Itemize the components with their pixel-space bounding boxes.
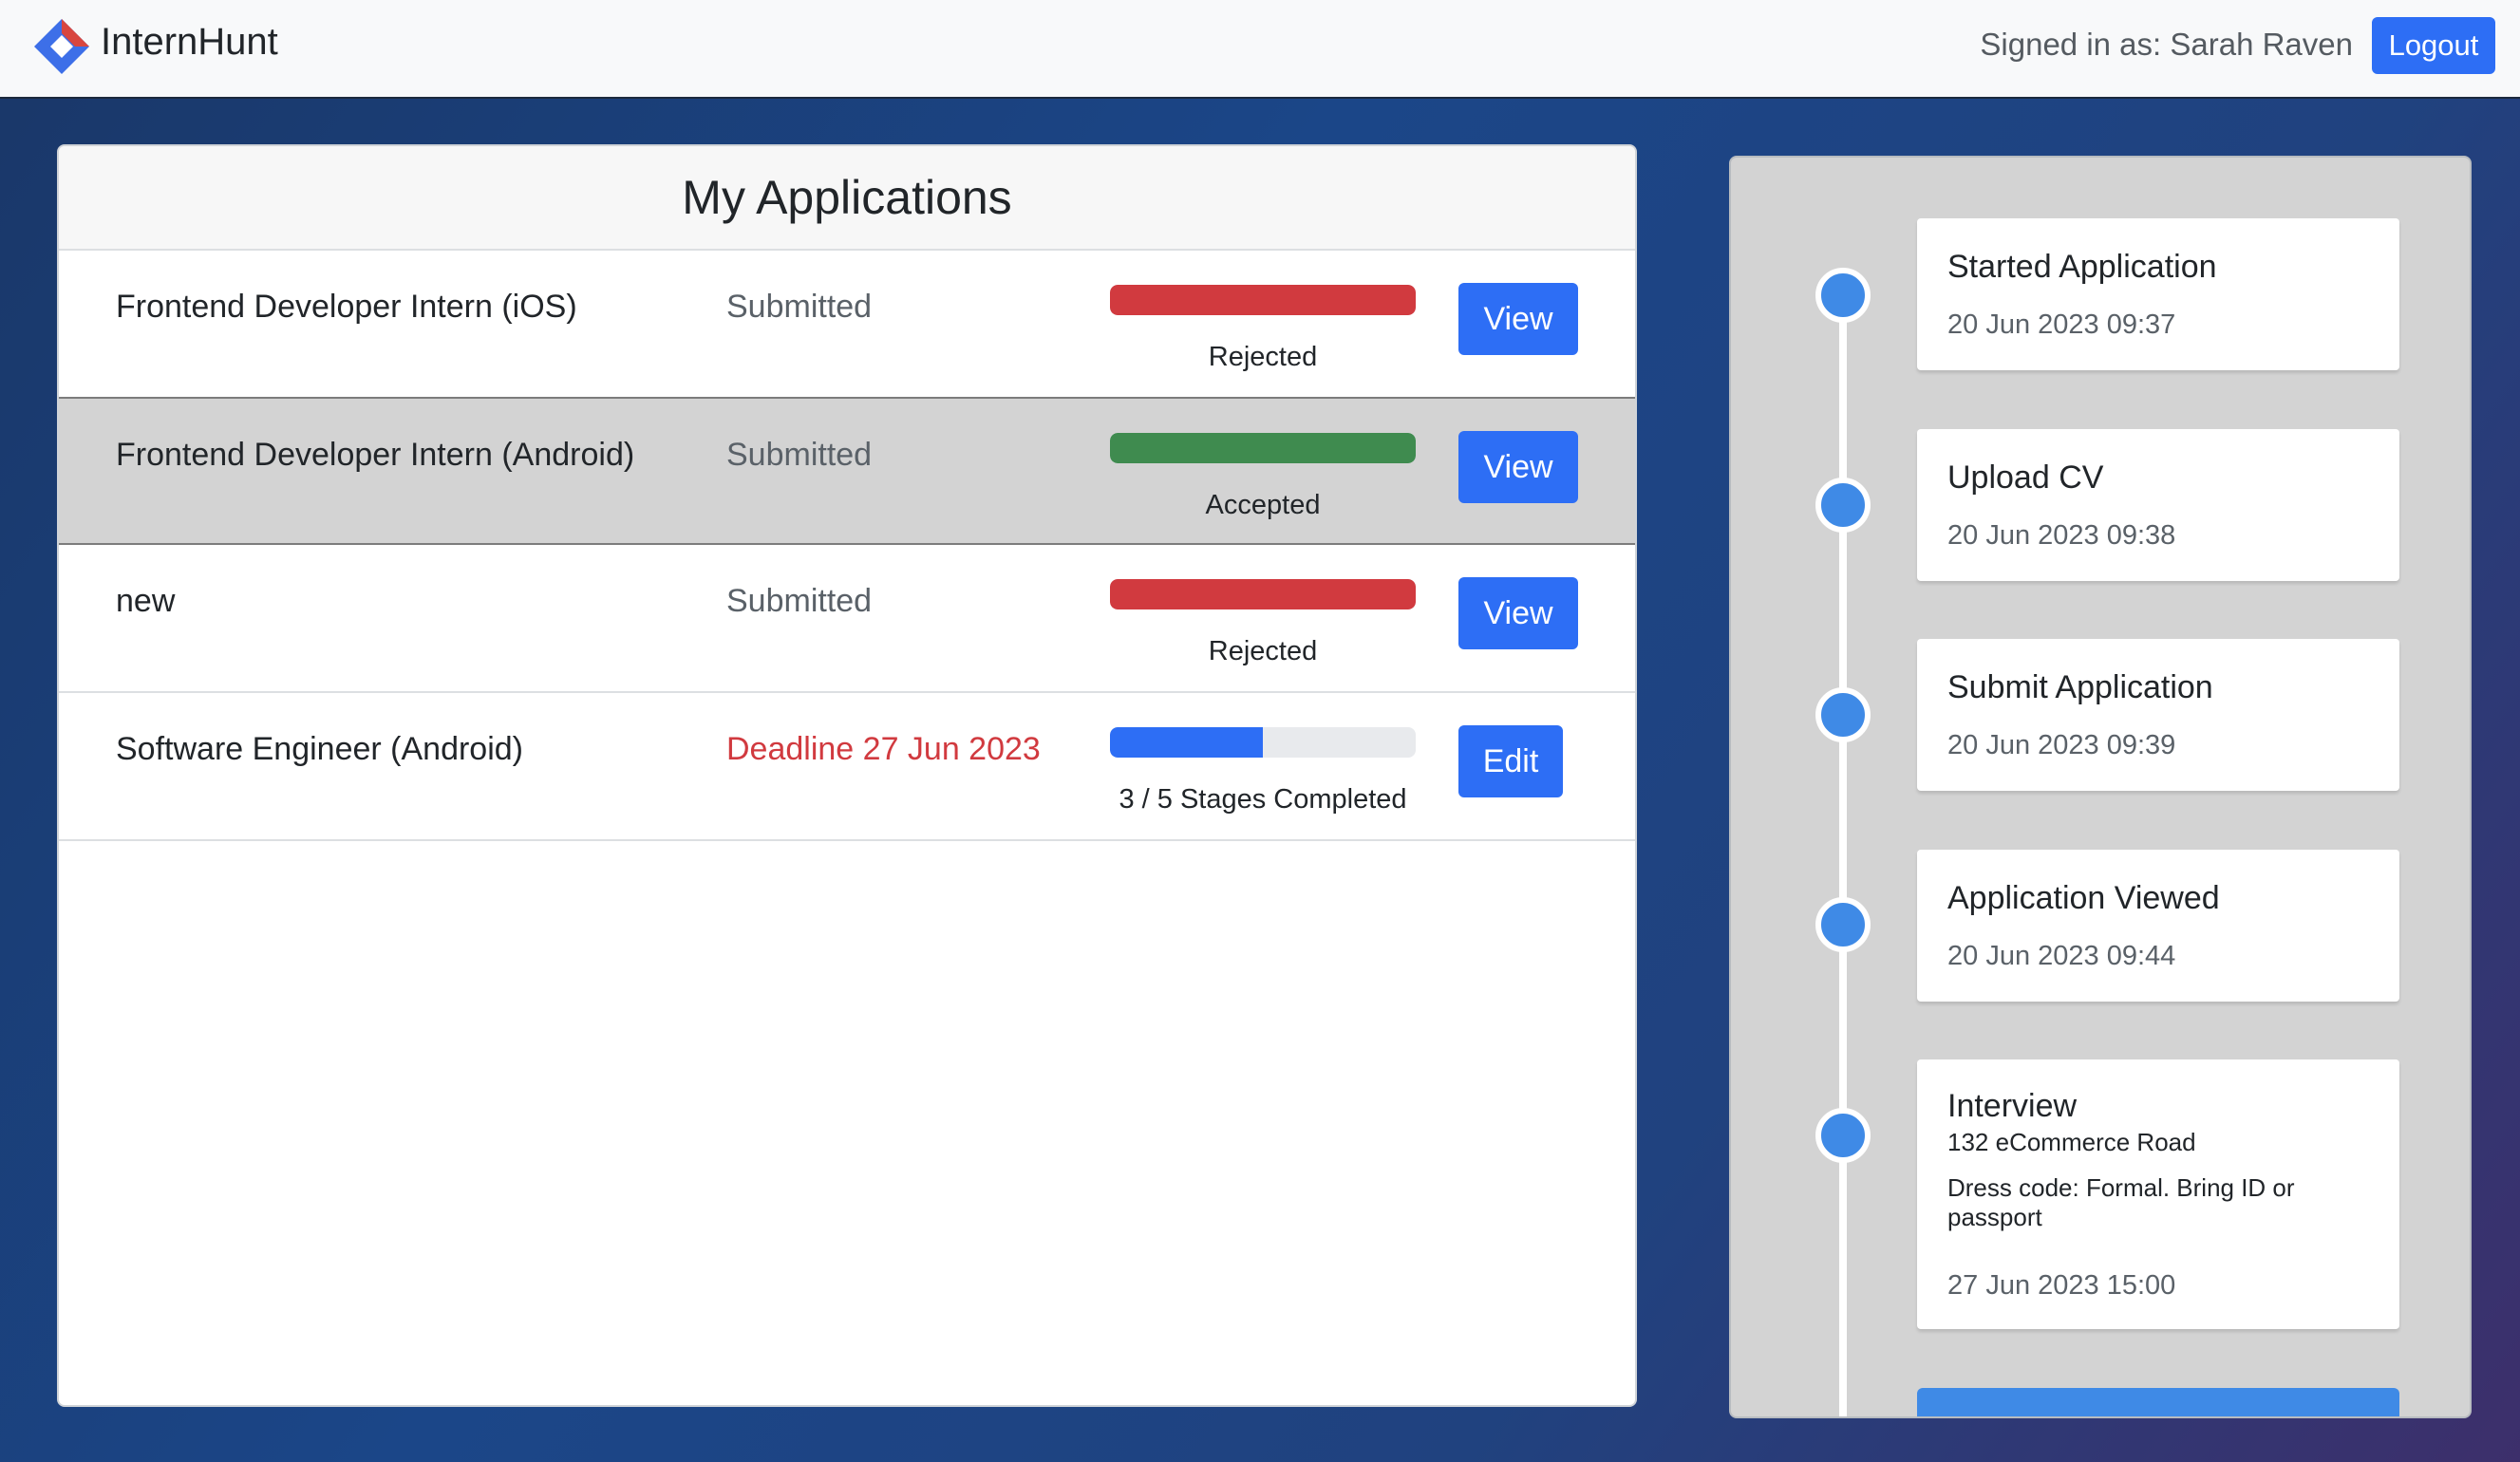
progress-fill [1110, 579, 1416, 609]
timeline-event-note: Dress code: Formal. Bring ID or passport [1947, 1173, 2295, 1231]
deadline-text: Deadline 27 Jun 2023 [726, 731, 1041, 767]
timeline-event: Started Application 20 Jun 2023 09:37 [1917, 218, 2399, 370]
timeline-dot [1815, 478, 1871, 533]
logo-icon[interactable] [32, 17, 91, 76]
progress-label: Rejected [1208, 342, 1318, 372]
progress-fill [1110, 433, 1416, 463]
timeline-event-title: Upload CV [1947, 459, 2104, 496]
signed-in-text: Signed in as: Sarah Raven [1980, 27, 2353, 62]
timeline-dot [1815, 1108, 1871, 1163]
application-row[interactable]: Software Engineer (Android) Deadline 27 … [59, 693, 1635, 841]
timeline-event-title: Application Viewed [1947, 880, 2220, 916]
application-name: new [116, 583, 176, 619]
application-row[interactable]: new Submitted Rejected View [59, 545, 1635, 693]
progress-bar [1110, 727, 1416, 758]
timeline-event-date: 20 Jun 2023 09:38 [1947, 520, 2176, 551]
timeline-next-item[interactable] [1917, 1388, 2399, 1416]
navbar: InternHunt Signed in as: Sarah Raven Log… [0, 0, 2520, 99]
edit-button[interactable]: Edit [1458, 725, 1563, 797]
timeline-event-date: 20 Jun 2023 09:39 [1947, 730, 2176, 760]
progress-fill [1110, 727, 1263, 758]
view-button[interactable]: View [1458, 431, 1578, 503]
timeline-event-date: 20 Jun 2023 09:37 [1947, 309, 2176, 340]
applications-header: My Applications [59, 146, 1635, 251]
progress-label: 3 / 5 Stages Completed [1119, 784, 1407, 815]
timeline-event: Interview 132 eCommerce Road Dress code:… [1917, 1059, 2399, 1329]
application-status: Submitted [726, 289, 873, 325]
applications-card: My Applications Frontend Developer Inter… [57, 144, 1637, 1407]
timeline-event-date: 27 Jun 2023 15:00 [1947, 1270, 2176, 1301]
timeline-event: Application Viewed 20 Jun 2023 09:44 [1917, 850, 2399, 1002]
logout-button[interactable]: Logout [2372, 17, 2495, 74]
timeline-event-date: 20 Jun 2023 09:44 [1947, 941, 2176, 971]
application-name: Software Engineer (Android) [116, 731, 524, 767]
progress-bar [1110, 285, 1416, 315]
timeline-dot [1815, 268, 1871, 323]
timeline-event-title: Submit Application [1947, 669, 2213, 705]
timeline-event-title: Interview [1947, 1088, 2078, 1124]
page-title: My Applications [682, 171, 1012, 224]
timeline-dot [1815, 687, 1871, 742]
timeline-event-title: Started Application [1947, 249, 2217, 285]
application-name: Frontend Developer Intern (Android) [116, 437, 635, 473]
timeline-event: Upload CV 20 Jun 2023 09:38 [1917, 429, 2399, 581]
application-row[interactable]: Frontend Developer Intern (iOS) Submitte… [59, 251, 1635, 399]
view-button[interactable]: View [1458, 283, 1578, 355]
timeline-event-location: 132 eCommerce Road [1947, 1128, 2196, 1156]
timeline-line [1839, 291, 1847, 1416]
progress-label: Rejected [1208, 636, 1318, 666]
timeline-event: Submit Application 20 Jun 2023 09:39 [1917, 639, 2399, 791]
progress-bar [1110, 433, 1416, 463]
timeline-card[interactable]: Started Application 20 Jun 2023 09:37 Up… [1729, 156, 2472, 1418]
application-name: Frontend Developer Intern (iOS) [116, 289, 577, 325]
application-status: Submitted [726, 583, 873, 619]
timeline-dot [1815, 897, 1871, 952]
application-row[interactable]: Frontend Developer Intern (Android) Subm… [59, 397, 1635, 545]
progress-label: Accepted [1205, 490, 1321, 520]
view-button[interactable]: View [1458, 577, 1578, 649]
application-status: Submitted [726, 437, 873, 473]
progress-fill [1110, 285, 1416, 315]
progress-bar [1110, 579, 1416, 609]
brand-name[interactable]: InternHunt [101, 21, 278, 64]
